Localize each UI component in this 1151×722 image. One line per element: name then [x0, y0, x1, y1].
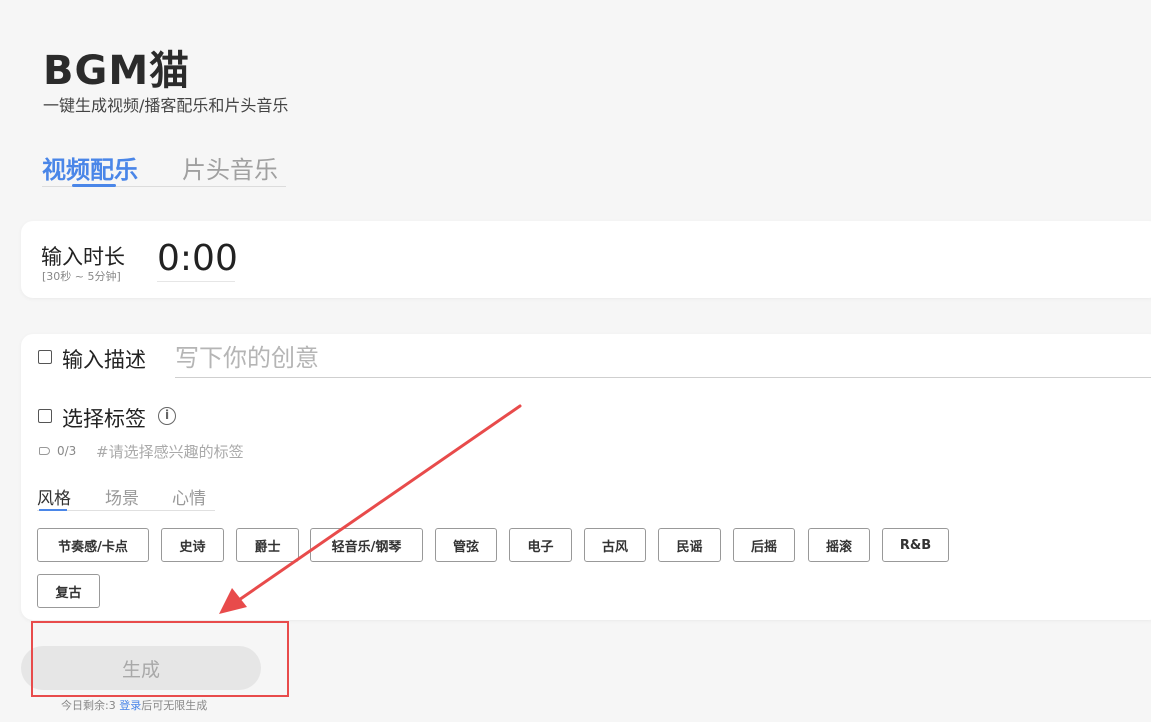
tag-button[interactable]: 节奏感/卡点	[37, 528, 149, 562]
info-icon[interactable]: i	[158, 407, 176, 425]
tag-category-style[interactable]: 风格	[37, 484, 71, 509]
tab-intro-music[interactable]: 片头音乐	[182, 150, 278, 185]
tag-button[interactable]: 管弦	[435, 528, 497, 562]
tag-category-mood[interactable]: 心情	[172, 484, 206, 509]
active-category-indicator	[39, 509, 67, 511]
app-subtitle: 一键生成视频/播客配乐和片头音乐	[43, 96, 289, 115]
tags-checkbox[interactable]	[38, 409, 52, 423]
duration-input[interactable]: 0:00	[157, 235, 238, 282]
tag-icon	[39, 447, 50, 455]
duration-hint: [30秒 ~ 5分钟]	[42, 270, 121, 283]
description-label: 输入描述	[62, 348, 146, 372]
tag-button[interactable]: R&B	[882, 528, 949, 562]
tags-label: 选择标签	[62, 407, 146, 431]
tag-button[interactable]: 复古	[37, 574, 100, 608]
tag-button[interactable]: 轻音乐/钢琴	[310, 528, 423, 562]
tag-count: 0/3	[57, 444, 77, 458]
tag-button[interactable]: 电子	[509, 528, 572, 562]
tag-button[interactable]: 后摇	[733, 528, 795, 562]
annotation-highlight-box	[31, 621, 289, 697]
tag-category-tabs: 风格 场景 心情	[37, 484, 215, 511]
duration-card: 输入时长 [30秒 ~ 5分钟] 0:00	[21, 221, 1151, 298]
mode-tabs: 视频配乐 片头音乐	[42, 148, 286, 187]
tag-hint: #请选择感兴趣的标签	[96, 443, 244, 461]
tab-video-bgm[interactable]: 视频配乐	[42, 150, 138, 185]
duration-label: 输入时长	[41, 245, 125, 269]
quota-remaining: 今日剩余:3	[61, 699, 120, 712]
description-checkbox[interactable]	[38, 350, 52, 364]
options-card: 输入描述 选择标签 i 0/3 #请选择感兴趣的标签 风格 场景 心情 节奏感/…	[21, 334, 1151, 620]
quota-text: 今日剩余:3 登录后可无限生成	[61, 697, 207, 713]
tag-button[interactable]: 民谣	[658, 528, 721, 562]
quota-suffix: 后可无限生成	[141, 699, 208, 712]
app-logo: BGM猫	[43, 48, 191, 94]
page: BGM猫 一键生成视频/播客配乐和片头音乐 视频配乐 片头音乐 输入时长 [30…	[0, 0, 1151, 722]
tag-category-scene[interactable]: 场景	[105, 484, 139, 509]
description-input[interactable]	[175, 338, 1151, 378]
tag-button[interactable]: 古风	[584, 528, 646, 562]
tag-button[interactable]: 摇滚	[808, 528, 870, 562]
login-link[interactable]: 登录	[119, 699, 141, 712]
tag-button[interactable]: 史诗	[161, 528, 224, 562]
tag-button[interactable]: 爵士	[236, 528, 299, 562]
active-tab-indicator	[72, 184, 116, 187]
